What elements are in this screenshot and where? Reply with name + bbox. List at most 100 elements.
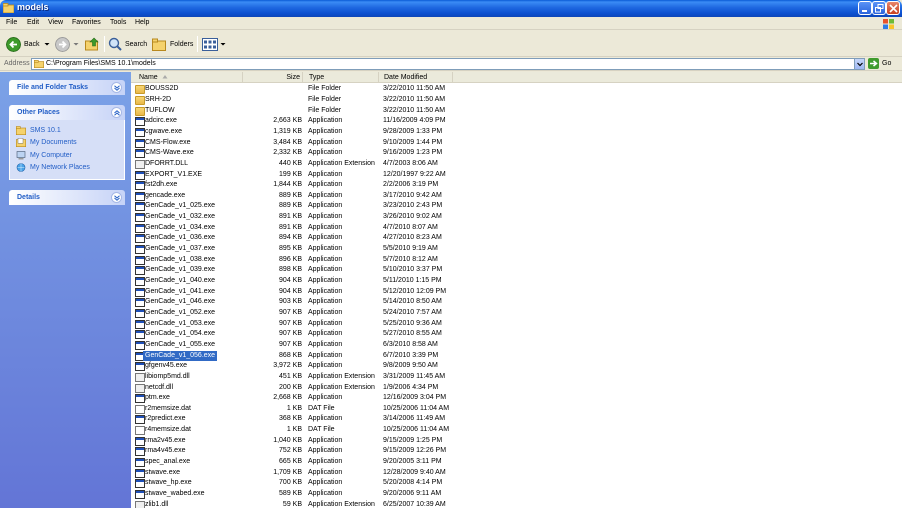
close-button[interactable] (886, 1, 900, 15)
place-sms[interactable]: SMS 10.1 (16, 124, 118, 137)
file-name: GenCade_v1_040.exe (145, 277, 216, 284)
file-row[interactable]: r2memsize.dat 1 KB DAT File 10/25/2006 11:0… (131, 404, 902, 415)
forward-button[interactable] (55, 35, 79, 53)
file-row[interactable]: ptm.exe 2,668 KB Application 12/16/2009 3:0… (131, 393, 902, 404)
file-row[interactable]: adcirc.exe 2,663 KB Application 11/16/2009 … (131, 116, 902, 127)
application-icon (135, 117, 145, 127)
file-row[interactable]: GenCade_v1_034.exe 891 KB Application 4/7/2… (131, 223, 902, 234)
file-size: 903 KB (279, 298, 302, 306)
column-type[interactable]: Type (303, 72, 379, 83)
file-type: Application (308, 191, 343, 199)
column-name[interactable]: Name (131, 72, 243, 83)
file-row[interactable]: gfgenv45.exe 3,972 KB Application 9/8/2009 … (131, 361, 902, 372)
file-row[interactable]: GenCade_v1_041.exe 904 KB Application 5/12/… (131, 287, 902, 298)
details-header[interactable]: Details (9, 190, 125, 205)
file-name: GenCade_v1_041.exe (145, 287, 216, 295)
file-modified: 11/16/2009 4:09 PM (383, 117, 446, 125)
file-size: 896 KB (279, 255, 302, 263)
file-row[interactable]: CMS-Wave.exe 2,332 KB Application 9/16/2009… (131, 148, 902, 159)
file-row[interactable]: spec_anal.exe 665 KB Application 9/20/2005 … (131, 457, 902, 468)
file-list: Name Size Type Date Modified BOUSS2D File… (131, 72, 902, 508)
file-row[interactable]: GenCade_v1_037.exe 895 KB Application 5/5/2… (131, 244, 902, 255)
file-row[interactable]: GenCade_v1_055.exe 907 KB Application 6/3/2… (131, 340, 902, 351)
place-my-computer[interactable]: My Computer (16, 149, 118, 162)
back-arrow-icon (6, 36, 21, 52)
file-row[interactable]: gencade.exe 889 KB Application 3/17/2010 9:… (131, 191, 902, 202)
file-row[interactable]: cgwave.exe 1,319 KB Application 9/28/2009 1… (131, 127, 902, 138)
back-button[interactable]: Back (6, 35, 50, 53)
file-row[interactable]: SRH-2D File Folder 3/22/2010 11:50 AM (131, 95, 902, 106)
file-row[interactable]: rma2v45.exe 1,040 KB Application 9/15/2009 … (131, 436, 902, 447)
file-row[interactable]: stwave_hp.exe 700 KB Application 5/20/2008 … (131, 478, 902, 489)
views-button[interactable] (202, 35, 226, 53)
restore-button[interactable] (872, 1, 886, 15)
chevron-down-icon (220, 43, 226, 46)
file-row[interactable]: GenCade_v1_025.exe 889 KB Application 3/23/… (131, 201, 902, 212)
file-row[interactable]: fst2dh.exe 1,844 KB Application 2/2/2006 3:… (131, 180, 902, 191)
file-row[interactable]: GenCade_v1_039.exe 898 KB Application 5/10/… (131, 265, 902, 276)
file-row[interactable]: GenCade_v1_040.exe 904 KB Application 5/11/… (131, 276, 902, 287)
file-size: 904 KB (279, 287, 302, 295)
file-row[interactable]: CMS-Flow.exe 3,484 KB Application 9/10/2009… (131, 138, 902, 149)
file-row[interactable]: zlib1.dll 59 KB Application Extension 6/25/… (131, 500, 902, 508)
file-name: stwave.exe (145, 468, 181, 476)
folders-button[interactable]: Folders (152, 35, 193, 53)
file-row[interactable]: rma4v45.exe 752 KB Application 9/15/2009 12… (131, 446, 902, 457)
column-date-modified[interactable]: Date Modified (379, 72, 453, 83)
task-pane: File and Folder Tasks Other Places SMS 1… (0, 72, 131, 508)
file-row[interactable]: EXPORT_V1.EXE 199 KB Application 12/20/1997… (131, 170, 902, 181)
menu-tools[interactable]: Tools (110, 19, 126, 26)
address-input[interactable]: C:\Program Files\SMS 10.1\models (31, 58, 865, 70)
file-row[interactable]: r2predict.exe 368 KB Application 3/14/2006 … (131, 414, 902, 425)
minimize-button[interactable] (858, 1, 872, 15)
file-size: 868 KB (279, 351, 302, 359)
search-button[interactable]: Search (108, 35, 147, 53)
menu-file[interactable]: File (6, 19, 17, 26)
file-row[interactable]: GenCade_v1_046.exe 903 KB Application 5/14/… (131, 297, 902, 308)
menu-view[interactable]: View (48, 19, 63, 26)
file-modified: 2/2/2006 3:19 PM (383, 181, 439, 189)
collapse-icon[interactable] (111, 82, 122, 93)
file-modified: 12/16/2009 3:04 PM (383, 394, 447, 402)
place-my-network-places[interactable]: My Network Places (16, 162, 118, 175)
title-bar[interactable]: models (0, 0, 902, 17)
file-row[interactable]: GenCade_v1_053.exe 907 KB Application 5/25/… (131, 319, 902, 330)
file-row[interactable]: TUFLOW File Folder 3/22/2010 11:50 AM (131, 106, 902, 117)
collapse-icon[interactable] (111, 107, 122, 118)
file-row[interactable]: netcdf.dll 200 KB Application Extension 1/9… (131, 383, 902, 394)
file-row[interactable]: libiomp5md.dll 451 KB Application Extensio… (131, 372, 902, 383)
file-row[interactable]: GenCade_v1_054.exe 907 KB Application 5/27/… (131, 329, 902, 340)
file-modified: 3/22/2010 11:50 AM (383, 95, 446, 103)
up-folder-button[interactable] (85, 35, 100, 53)
other-places-header[interactable]: Other Places (9, 105, 125, 120)
menu-favorites[interactable]: Favorites (72, 19, 101, 26)
file-row[interactable]: GenCade_v1_036.exe 894 KB Application 4/27/… (131, 233, 902, 244)
file-row[interactable]: GenCade_v1_038.exe 896 KB Application 5/7/2… (131, 255, 902, 266)
file-row[interactable]: DFORRT.DLL 440 KB Application Extension 4/7… (131, 159, 902, 170)
file-modified: 6/7/2010 3:39 PM (383, 351, 439, 359)
file-modified: 9/15/2009 1:25 PM (383, 436, 443, 444)
file-size: 665 KB (279, 458, 302, 466)
menu-help[interactable]: Help (135, 19, 149, 26)
collapse-icon[interactable] (111, 192, 122, 203)
file-modified: 5/27/2010 8:55 AM (383, 330, 442, 338)
place-my-documents[interactable]: My Documents (16, 137, 118, 150)
dat-file-icon (135, 426, 145, 436)
file-type: File Folder (308, 85, 342, 93)
file-row[interactable]: GenCade_v1_056.exe 868 KB Application 6/7/2… (131, 350, 902, 362)
address-bar: Address C:\Program Files\SMS 10.1\models… (0, 57, 902, 71)
file-row[interactable]: stwave_wabed.exe 589 KB Application 9/20/20… (131, 489, 902, 500)
file-folder-tasks-header[interactable]: File and Folder Tasks (9, 80, 125, 95)
go-button[interactable]: Go (868, 58, 891, 69)
file-size: 752 KB (279, 447, 302, 455)
file-row[interactable]: GenCade_v1_032.exe 891 KB Application 3/26/… (131, 212, 902, 223)
file-row[interactable]: GenCade_v1_052.exe 907 KB Application 5/24/… (131, 308, 902, 319)
column-size[interactable]: Size (243, 72, 303, 83)
address-dropdown-button[interactable] (854, 59, 864, 69)
file-row[interactable]: r4memsize.dat 1 KB DAT File 10/25/2006 11:0… (131, 425, 902, 436)
search-icon (108, 37, 122, 51)
file-row[interactable]: stwave.exe 1,709 KB Application 12/28/2009 … (131, 468, 902, 479)
file-row[interactable]: BOUSS2D File Folder 3/22/2010 11:50 AM (131, 84, 902, 95)
menu-edit[interactable]: Edit (27, 19, 39, 26)
network-places-icon (16, 163, 26, 173)
